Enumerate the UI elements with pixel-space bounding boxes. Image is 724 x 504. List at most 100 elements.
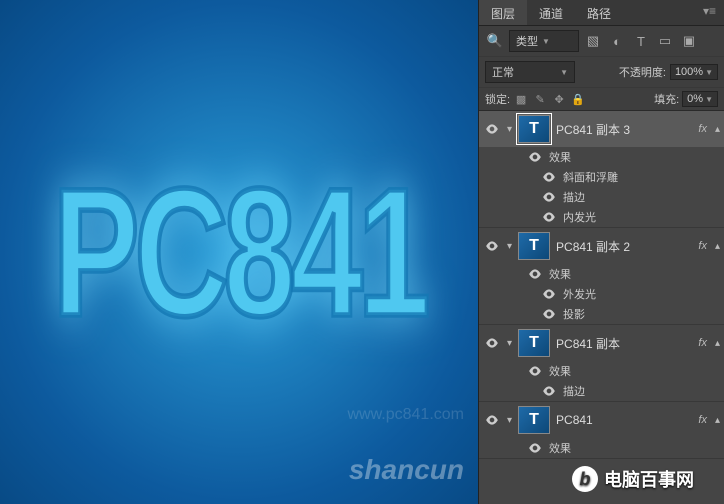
- blend-mode-value: 正常: [492, 64, 514, 80]
- filter-pixel-icon[interactable]: ▧: [583, 31, 603, 51]
- filter-type-icon[interactable]: T: [631, 31, 651, 51]
- visibility-eye-icon[interactable]: [527, 441, 543, 455]
- filter-type-label: 类型: [516, 33, 538, 49]
- filter-row: 🔍 类型 ▼ ▧ ◐ T ▭ ▣: [479, 26, 724, 57]
- effect-item[interactable]: 外发光: [527, 284, 724, 304]
- tab-paths[interactable]: 路径: [575, 0, 623, 25]
- layer-effects-list: 效果斜面和浮雕描边内发光: [479, 147, 724, 227]
- visibility-eye-icon[interactable]: [541, 384, 557, 398]
- layer-row[interactable]: ▾ T PC841 副本 fx ▴: [479, 325, 724, 361]
- fx-indicator[interactable]: fx: [698, 123, 707, 135]
- expand-chevron-icon[interactable]: ▾: [507, 241, 512, 252]
- effects-label: 效果: [549, 266, 571, 282]
- effects-header[interactable]: 效果: [527, 264, 724, 284]
- visibility-eye-icon[interactable]: [541, 287, 557, 301]
- filter-smart-icon[interactable]: ▣: [679, 31, 699, 51]
- blend-mode-dropdown[interactable]: 正常 ▼: [485, 61, 575, 83]
- layer-thumbnail[interactable]: T: [518, 232, 550, 260]
- effect-item[interactable]: 描边: [527, 187, 724, 207]
- effect-name: 描边: [563, 383, 585, 399]
- layer-name-label: PC841 副本: [556, 335, 692, 352]
- visibility-eye-icon[interactable]: [483, 411, 501, 429]
- effects-header[interactable]: 效果: [527, 147, 724, 167]
- layer-name-label: PC841 副本 2: [556, 238, 692, 255]
- layer-row[interactable]: ▾ T PC841 副本 2 fx ▴: [479, 228, 724, 264]
- fx-chevron-icon[interactable]: ▴: [715, 338, 720, 349]
- fx-indicator[interactable]: fx: [698, 240, 707, 252]
- visibility-eye-icon[interactable]: [483, 237, 501, 255]
- layer-name-label: PC841 副本 3: [556, 121, 692, 138]
- visibility-eye-icon[interactable]: [527, 267, 543, 281]
- expand-chevron-icon[interactable]: ▾: [507, 124, 512, 135]
- layer-row[interactable]: ▾ T PC841 副本 3 fx ▴: [479, 111, 724, 147]
- effect-item[interactable]: 斜面和浮雕: [527, 167, 724, 187]
- layer-item[interactable]: ▾ T PC841 副本 3 fx ▴ 效果斜面和浮雕描边内发光: [479, 111, 724, 228]
- lock-all-icon[interactable]: 🔒: [570, 91, 586, 107]
- fx-indicator[interactable]: fx: [698, 337, 707, 349]
- effect-item[interactable]: 内发光: [527, 207, 724, 227]
- expand-chevron-icon[interactable]: ▾: [507, 415, 512, 426]
- filter-adjust-icon[interactable]: ◐: [607, 31, 627, 51]
- visibility-eye-icon[interactable]: [541, 170, 557, 184]
- fx-indicator[interactable]: fx: [698, 414, 707, 426]
- visibility-eye-icon[interactable]: [541, 210, 557, 224]
- effects-label: 效果: [549, 363, 571, 379]
- effects-header[interactable]: 效果: [527, 438, 724, 458]
- layer-effects-list: 效果描边: [479, 361, 724, 401]
- visibility-eye-icon[interactable]: [483, 120, 501, 138]
- expand-chevron-icon[interactable]: ▾: [507, 338, 512, 349]
- layer-item[interactable]: ▾ T PC841 副本 fx ▴ 效果描边: [479, 325, 724, 402]
- tab-layers[interactable]: 图层: [479, 0, 527, 25]
- layer-effects-list: 效果外发光投影: [479, 264, 724, 324]
- opacity-label: 不透明度:: [619, 64, 666, 80]
- opacity-value: 100%: [675, 66, 703, 78]
- document-canvas[interactable]: PC841: [0, 0, 478, 504]
- lock-transparent-icon[interactable]: ▩: [513, 91, 529, 107]
- layer-item[interactable]: ▾ T PC841 fx ▴ 效果: [479, 402, 724, 459]
- effects-label: 效果: [549, 149, 571, 165]
- lock-position-icon[interactable]: ✥: [551, 91, 567, 107]
- panel-tabs: 图层 通道 路径 ▾≡: [479, 0, 724, 26]
- effects-label: 效果: [549, 440, 571, 456]
- effect-name: 内发光: [563, 209, 596, 225]
- layer-thumbnail[interactable]: T: [518, 115, 550, 143]
- chevron-down-icon: ▼: [560, 68, 568, 77]
- filter-type-dropdown[interactable]: 类型 ▼: [509, 30, 579, 52]
- fx-chevron-icon[interactable]: ▴: [715, 415, 720, 426]
- chevron-down-icon: ▼: [705, 95, 713, 104]
- lock-pixels-icon[interactable]: ✎: [532, 91, 548, 107]
- layer-item[interactable]: ▾ T PC841 副本 2 fx ▴ 效果外发光投影: [479, 228, 724, 325]
- layer-name-label: PC841: [556, 413, 692, 427]
- fill-value: 0%: [687, 93, 703, 105]
- tab-channels[interactable]: 通道: [527, 0, 575, 25]
- search-icon[interactable]: 🔍: [485, 31, 505, 51]
- effect-name: 投影: [563, 306, 585, 322]
- fx-chevron-icon[interactable]: ▴: [715, 241, 720, 252]
- blend-row: 正常 ▼ 不透明度: 100% ▼: [479, 57, 724, 88]
- effect-name: 描边: [563, 189, 585, 205]
- filter-shape-icon[interactable]: ▭: [655, 31, 675, 51]
- effect-item[interactable]: 描边: [527, 381, 724, 401]
- fx-chevron-icon[interactable]: ▴: [715, 124, 720, 135]
- lock-row: 锁定: ▩ ✎ ✥ 🔒 填充: 0% ▼: [479, 88, 724, 111]
- panel-menu-icon[interactable]: ▾≡: [695, 0, 724, 25]
- layer-thumbnail[interactable]: T: [518, 329, 550, 357]
- visibility-eye-icon[interactable]: [527, 364, 543, 378]
- visibility-eye-icon[interactable]: [527, 150, 543, 164]
- effect-item[interactable]: 投影: [527, 304, 724, 324]
- fill-input[interactable]: 0% ▼: [682, 91, 718, 107]
- visibility-eye-icon[interactable]: [541, 307, 557, 321]
- opacity-input[interactable]: 100% ▼: [670, 64, 718, 80]
- lock-label: 锁定:: [485, 91, 510, 107]
- effect-name: 外发光: [563, 286, 596, 302]
- visibility-eye-icon[interactable]: [483, 334, 501, 352]
- visibility-eye-icon[interactable]: [541, 190, 557, 204]
- effects-header[interactable]: 效果: [527, 361, 724, 381]
- chevron-down-icon: ▼: [705, 68, 713, 77]
- layers-list: ▾TPC841 副本 3fx▴效果斜面和浮雕描边内发光▾TPC841 副本 2f…: [479, 111, 724, 504]
- layer-effects-list: 效果: [479, 438, 724, 458]
- layer-thumbnail[interactable]: T: [518, 406, 550, 434]
- chevron-down-icon: ▼: [542, 37, 550, 46]
- layer-row[interactable]: ▾ T PC841 fx ▴: [479, 402, 724, 438]
- effect-name: 斜面和浮雕: [563, 169, 618, 185]
